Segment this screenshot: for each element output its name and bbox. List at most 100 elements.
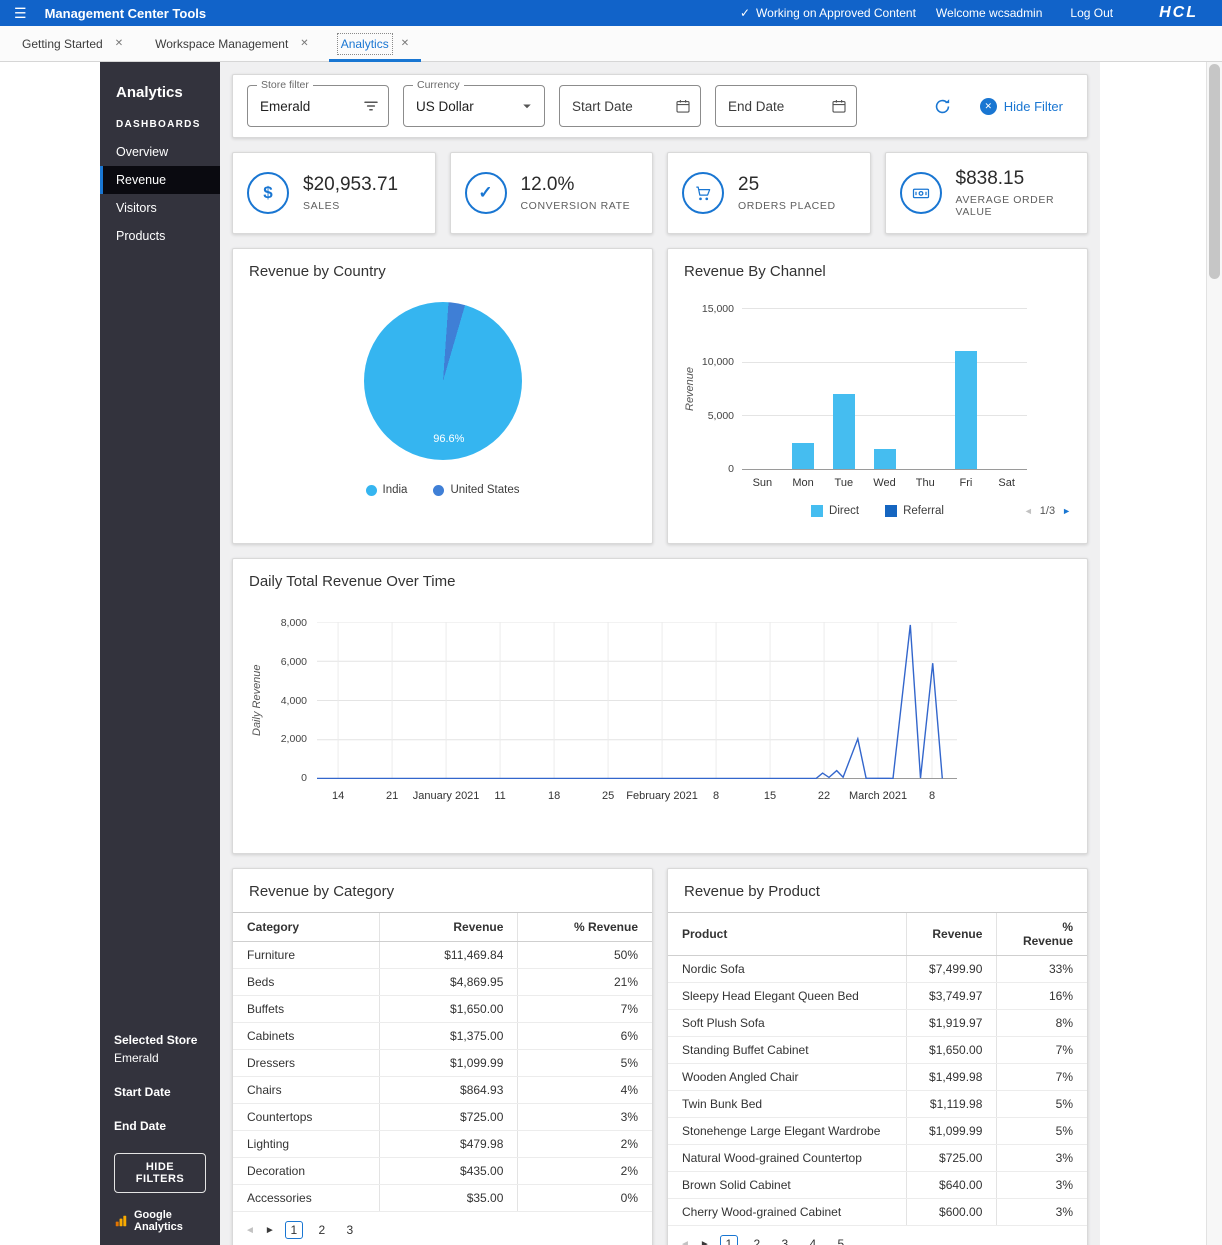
- x-tick-label: 25: [602, 790, 614, 802]
- legend-item: India: [366, 484, 408, 496]
- x-tick-label: Sat: [986, 477, 1027, 489]
- revenue-by-product-card: Revenue by Product ProductRevenue% Reven…: [667, 868, 1088, 1245]
- calendar-icon[interactable]: [674, 97, 692, 115]
- currency-select[interactable]: Currency US Dollar: [403, 85, 545, 127]
- legend-label: Referral: [903, 505, 944, 517]
- tab-bar: Getting Started ✕ Workspace Management ✕…: [0, 26, 1222, 62]
- charts-row: Revenue by Country 96.6% IndiaUnited Sta…: [232, 248, 1088, 544]
- y-tick-label: 8,000: [265, 617, 307, 629]
- kpi-label: AVERAGE ORDER VALUE: [956, 194, 1074, 218]
- page-button[interactable]: 1: [720, 1235, 738, 1245]
- x-tick-label: 22: [818, 790, 830, 802]
- hamburger-menu-icon[interactable]: ☰: [14, 6, 27, 20]
- hcl-logo: HCL: [1159, 4, 1198, 22]
- sidebar-filter-summary: Selected Store Emerald Start Date End Da…: [100, 1013, 220, 1245]
- table-row: Sleepy Head Elegant Queen Bed$3,749.9716…: [668, 983, 1087, 1010]
- cell-label: Cherry Wood-grained Cabinet: [668, 1199, 907, 1226]
- page-button[interactable]: 2: [313, 1221, 331, 1239]
- sidebar-item-visitors[interactable]: Visitors: [100, 194, 220, 222]
- table-row: Chairs$864.934%: [233, 1077, 652, 1104]
- page-button[interactable]: 4: [804, 1235, 822, 1245]
- column-header: % Revenue: [518, 913, 652, 942]
- y-tick-label: 4,000: [265, 695, 307, 707]
- x-tick-label: 15: [764, 790, 776, 802]
- bar-slot: [823, 308, 864, 469]
- end-date-input[interactable]: End Date: [715, 85, 857, 127]
- tab-workspace-management[interactable]: Workspace Management ✕: [139, 26, 325, 61]
- next-page-button[interactable]: ►: [700, 1239, 710, 1245]
- column-header: Category: [233, 913, 380, 942]
- hide-filters-button[interactable]: HIDE FILTERS: [114, 1153, 206, 1193]
- kpi-label: CONVERSION RATE: [521, 200, 631, 212]
- cell-value: $35.00: [380, 1185, 518, 1212]
- table-row: Twin Bunk Bed$1,119.985%: [668, 1091, 1087, 1118]
- prev-page-button[interactable]: ◄: [245, 1225, 255, 1236]
- table-row: Dressers$1,099.995%: [233, 1050, 652, 1077]
- page-button[interactable]: 1: [285, 1221, 303, 1239]
- cell-value: $1,650.00: [907, 1037, 997, 1064]
- column-header: Revenue: [907, 913, 997, 956]
- cell-label: Dressers: [233, 1050, 380, 1077]
- currency-label: Currency: [413, 79, 464, 91]
- table-row: Buffets$1,650.007%: [233, 996, 652, 1023]
- page-button[interactable]: 5: [832, 1235, 850, 1245]
- kpi-value: $838.15: [956, 168, 1074, 190]
- cell-value: 7%: [997, 1037, 1087, 1064]
- kpi-label: ORDERS PLACED: [738, 200, 836, 212]
- cell-value: $7,499.90: [907, 956, 997, 983]
- cell-label: Standing Buffet Cabinet: [668, 1037, 907, 1064]
- close-icon[interactable]: ✕: [401, 38, 409, 49]
- table-title: Revenue by Product: [668, 869, 1087, 913]
- legend-item: Direct: [811, 505, 859, 517]
- hide-filter-label: Hide Filter: [1004, 99, 1063, 114]
- cell-label: Soft Plush Sofa: [668, 1010, 907, 1037]
- check-icon: ✓: [465, 172, 507, 214]
- hide-filter-button[interactable]: ✕ Hide Filter: [980, 98, 1063, 115]
- start-date-label: Start Date: [114, 1085, 206, 1099]
- close-icon[interactable]: ✕: [115, 38, 123, 49]
- sidebar-item-revenue[interactable]: Revenue: [100, 166, 220, 194]
- column-header: Product: [668, 913, 907, 956]
- bar-legend: Direct Referral: [811, 505, 944, 517]
- page-button[interactable]: 3: [776, 1235, 794, 1245]
- tab-analytics[interactable]: Analytics ✕: [325, 26, 425, 61]
- prev-page-button[interactable]: ◄: [680, 1239, 690, 1245]
- sidebar-item-products[interactable]: Products: [100, 222, 220, 250]
- logout-link[interactable]: Log Out: [1070, 6, 1113, 20]
- scrollbar-thumb[interactable]: [1209, 64, 1220, 279]
- product-table: ProductRevenue% Revenue Nordic Sofa$7,49…: [668, 913, 1087, 1226]
- legend-label: Direct: [829, 505, 859, 517]
- prev-page-icon[interactable]: ◄: [1024, 506, 1033, 516]
- tab-getting-started[interactable]: Getting Started ✕: [6, 26, 139, 61]
- cell-value: 8%: [997, 1010, 1087, 1037]
- start-date-input[interactable]: Start Date: [559, 85, 701, 127]
- legend-swatch: [885, 505, 897, 517]
- kpi-value: $20,953.71: [303, 174, 398, 196]
- vertical-scrollbar[interactable]: [1206, 62, 1222, 1245]
- y-axis-ticks: 15,00010,0005,0000: [698, 303, 742, 475]
- page-button[interactable]: 2: [748, 1235, 766, 1245]
- next-page-button[interactable]: ►: [265, 1225, 275, 1236]
- google-analytics-icon: [114, 1214, 128, 1228]
- y-axis-title: Daily Revenue: [249, 622, 265, 779]
- x-tick-label: 21: [386, 790, 398, 802]
- cell-value: 3%: [518, 1104, 652, 1131]
- analytics-sidebar: Analytics DASHBOARDS Overview Revenue Vi…: [100, 62, 220, 1245]
- cell-label: Furniture: [233, 942, 380, 969]
- cell-label: Brown Solid Cabinet: [668, 1172, 907, 1199]
- pie-legend: IndiaUnited States: [233, 484, 652, 496]
- x-tick-label: Tue: [823, 477, 864, 489]
- table-row: Decoration$435.002%: [233, 1158, 652, 1185]
- x-tick-label: Thu: [905, 477, 946, 489]
- store-filter-select[interactable]: Store filter Emerald: [247, 85, 389, 127]
- calendar-icon[interactable]: [830, 97, 848, 115]
- sidebar-title: Analytics: [100, 62, 220, 101]
- cell-label: Natural Wood-grained Countertop: [668, 1145, 907, 1172]
- refresh-icon[interactable]: [933, 97, 952, 116]
- table-row: Stonehenge Large Elegant Wardrobe$1,099.…: [668, 1118, 1087, 1145]
- column-header: % Revenue: [997, 913, 1087, 956]
- page-button[interactable]: 3: [341, 1221, 359, 1239]
- sidebar-item-overview[interactable]: Overview: [100, 138, 220, 166]
- next-page-icon[interactable]: ►: [1062, 506, 1071, 516]
- close-icon[interactable]: ✕: [300, 38, 308, 49]
